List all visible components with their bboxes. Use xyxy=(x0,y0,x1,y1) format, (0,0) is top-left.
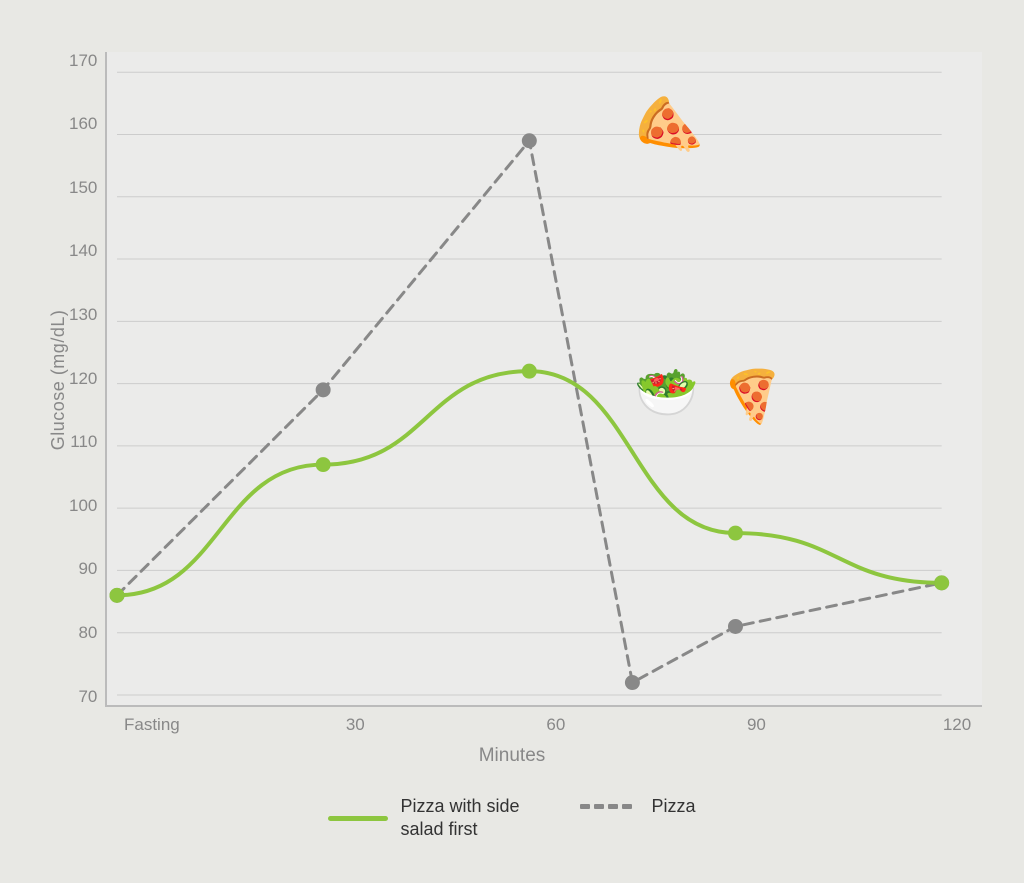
x-axis-ticks: Fasting 30 60 90 120 xyxy=(124,715,982,735)
y-tick: 150 xyxy=(69,179,97,196)
y-tick: 70 xyxy=(78,688,97,705)
x-tick: 120 xyxy=(932,715,982,735)
chart-area: Glucose (mg/dL) 170 160 150 140 130 120 110 100… xyxy=(42,52,982,707)
y-tick: 130 xyxy=(69,306,97,323)
svg-text:🍕: 🍕 xyxy=(619,85,711,175)
svg-text:🍕: 🍕 xyxy=(712,354,790,429)
chart-plot: 🍕🥗🍕 xyxy=(105,52,982,707)
y-tick: 120 xyxy=(69,370,97,387)
legend-dashed-line xyxy=(580,804,640,809)
chart-container: Glucose (mg/dL) 170 160 150 140 130 120 110 100… xyxy=(32,32,992,852)
y-axis-label: Glucose (mg/dL) xyxy=(42,52,69,707)
y-tick: 110 xyxy=(70,433,97,450)
legend-item-solid: Pizza with sidesalad first xyxy=(328,795,519,842)
legend-solid-line xyxy=(328,816,388,821)
legend-dashed-label: Pizza xyxy=(652,795,696,818)
chart-svg: 🍕🥗🍕 xyxy=(107,52,982,705)
x-tick: 90 xyxy=(731,715,781,735)
x-label: Minutes xyxy=(42,745,982,767)
y-tick: 170 xyxy=(69,52,97,69)
legend-solid-label: Pizza with sidesalad first xyxy=(400,795,519,842)
x-axis-row: Fasting 30 60 90 120 xyxy=(42,715,982,735)
y-axis-ticks: 170 160 150 140 130 120 110 100 90 80 70 xyxy=(69,52,105,707)
y-tick: 90 xyxy=(78,560,97,577)
x-tick: 30 xyxy=(330,715,380,735)
legend-item-dashed: Pizza xyxy=(580,795,696,818)
svg-text:🥗: 🥗 xyxy=(635,363,700,421)
x-tick: Fasting xyxy=(124,715,180,735)
y-tick: 140 xyxy=(69,242,97,259)
legend-row: Pizza with sidesalad first Pizza xyxy=(328,795,695,842)
y-tick: 80 xyxy=(78,624,97,641)
y-tick: 100 xyxy=(69,497,97,514)
y-tick: 160 xyxy=(69,115,97,132)
x-tick: 60 xyxy=(531,715,581,735)
